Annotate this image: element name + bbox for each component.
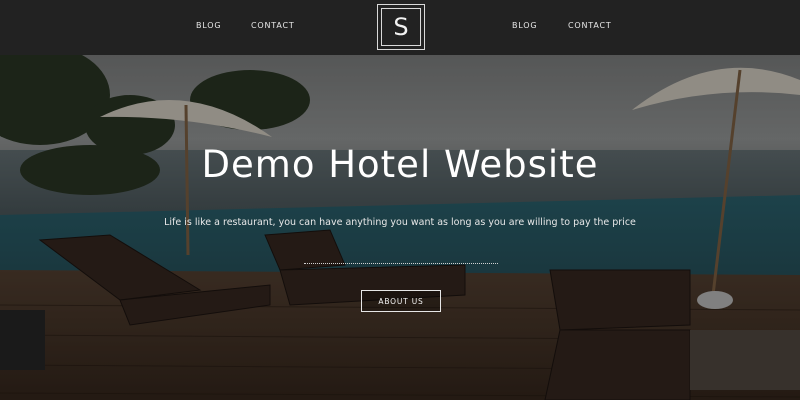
site-header: BLOG CONTACT S BLOG CONTACT	[0, 0, 800, 55]
hero-divider	[304, 263, 498, 264]
site-logo[interactable]: S	[377, 4, 425, 50]
hero-title: Demo Hotel Website	[201, 143, 599, 186]
nav-blog-left[interactable]: BLOG	[196, 21, 221, 30]
hero-tagline: Life is like a restaurant, you can have …	[164, 217, 636, 228]
logo-letter: S	[381, 8, 421, 46]
about-us-button[interactable]: ABOUT US	[361, 290, 441, 312]
nav-blog-right[interactable]: BLOG	[512, 21, 537, 30]
nav-contact-right[interactable]: CONTACT	[568, 21, 612, 30]
nav-contact-left[interactable]: CONTACT	[251, 21, 295, 30]
hero-section: Demo Hotel Website Life is like a restau…	[0, 55, 800, 400]
